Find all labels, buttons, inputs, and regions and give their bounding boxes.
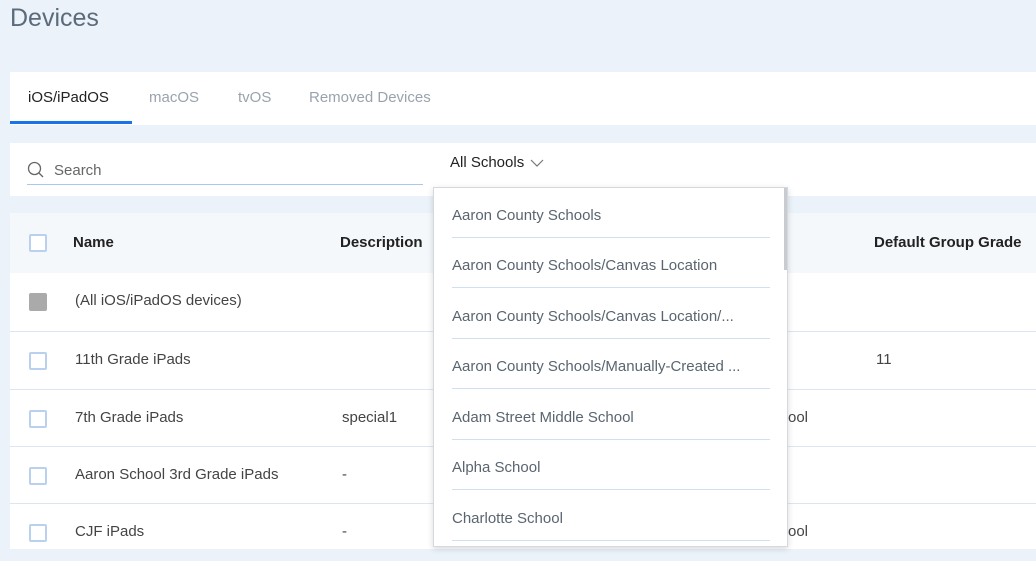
row-name: CJF iPads xyxy=(75,523,145,540)
dropdown-option[interactable]: Aaron County Schools/Manually-Created ..… xyxy=(452,339,770,389)
dropdown-option[interactable]: Aaron County Schools/Canvas Location xyxy=(452,238,770,288)
dropdown-option[interactable]: Alpha School xyxy=(452,440,770,490)
page-title: Devices xyxy=(10,4,99,32)
row-school: ool xyxy=(788,523,809,540)
row-description: - xyxy=(342,466,347,483)
tab-tvos[interactable]: tvOS xyxy=(238,89,271,106)
dropdown-option[interactable]: Aaron County Schools xyxy=(452,188,770,238)
search-icon xyxy=(27,161,44,178)
search-input[interactable]: Search xyxy=(27,151,423,185)
schools-dropdown-menu: Aaron County Schools Aaron County School… xyxy=(433,187,788,547)
row-name: (All iOS/iPadOS devices) xyxy=(75,292,242,309)
platform-tabs: iOS/iPadOS macOS tvOS Removed Devices xyxy=(10,72,1036,125)
active-tab-indicator xyxy=(10,121,132,124)
tab-ios[interactable]: iOS/iPadOS xyxy=(28,89,109,106)
row-description: - xyxy=(342,523,347,540)
dropdown-option[interactable]: Charlotte School xyxy=(452,491,770,541)
select-all-checkbox[interactable] xyxy=(29,234,47,252)
column-description[interactable]: Description xyxy=(340,234,423,251)
dropdown-option[interactable]: Adam Street Middle School xyxy=(452,390,770,440)
dropdown-option[interactable]: Aaron County Schools/Canvas Location/... xyxy=(452,289,770,339)
row-name: Aaron School 3rd Grade iPads xyxy=(75,466,279,483)
tab-macos[interactable]: macOS xyxy=(149,89,199,106)
row-grade: 11 xyxy=(876,351,892,368)
column-name[interactable]: Name xyxy=(73,234,114,251)
chevron-down-icon xyxy=(530,159,544,167)
row-name: 11th Grade iPads xyxy=(75,351,191,368)
search-placeholder: Search xyxy=(54,162,102,179)
row-checkbox xyxy=(29,293,47,311)
row-checkbox[interactable] xyxy=(29,352,47,370)
column-default-group-grade[interactable]: Default Group Grade xyxy=(874,234,1022,251)
schools-dropdown[interactable]: All Schools xyxy=(450,154,544,171)
dropdown-scrollbar[interactable] xyxy=(784,188,787,270)
schools-selected: All Schools xyxy=(450,154,525,171)
row-description: special1 xyxy=(342,409,398,426)
row-school: ool xyxy=(788,409,809,426)
row-checkbox[interactable] xyxy=(29,467,47,485)
tab-removed-devices[interactable]: Removed Devices xyxy=(309,89,431,106)
row-name: 7th Grade iPads xyxy=(75,409,184,426)
row-checkbox[interactable] xyxy=(29,410,47,428)
row-checkbox[interactable] xyxy=(29,524,47,542)
